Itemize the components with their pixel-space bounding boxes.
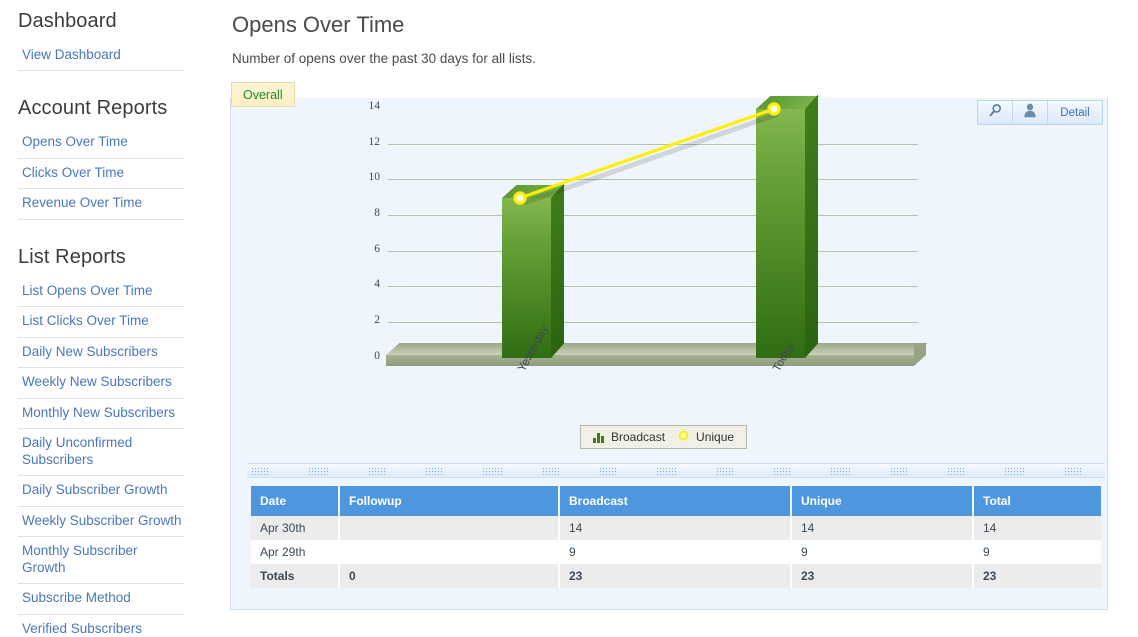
legend-label-unique: Unique [696, 430, 735, 444]
y-tick-2: 2 [374, 314, 380, 326]
panel-grip-strip [247, 463, 1105, 478]
y-tick-4: 4 [374, 278, 380, 290]
column-header-date[interactable]: Date [251, 486, 340, 516]
bar-front-face [756, 109, 805, 358]
cell-unique: 14 [791, 516, 974, 540]
cell-followup [339, 540, 560, 564]
cell-date: Apr 30th [251, 516, 340, 540]
sidebar-heading-dashboard: Dashboard [18, 10, 117, 32]
bar-side-face [551, 183, 564, 358]
cell-total: 23 [973, 564, 1101, 588]
main-content: Opens Over Time Number of opens over the… [230, 0, 1138, 637]
app-root: Dashboard View Dashboard Account Reports… [0, 0, 1138, 637]
column-header-total[interactable]: Total [973, 486, 1101, 516]
sidebar-item-weekly-new-subscribers[interactable]: Weekly New Subscribers [18, 368, 184, 399]
sidebar-item-subscribe-method[interactable]: Subscribe Method [18, 584, 184, 615]
chart-floor-top [386, 343, 928, 355]
page-title: Opens Over Time [232, 12, 405, 37]
cell-unique: 23 [791, 564, 974, 588]
sidebar-item-daily-unconfirmed-subscribers[interactable]: Daily Unconfirmed Subscribers [18, 429, 184, 477]
report-panel: Overall Detail 0 2 4 6 8 10 12 14 Yester… [230, 82, 1108, 610]
cell-broadcast: 23 [559, 564, 792, 588]
sidebar-item-list-opens-over-time[interactable]: List Opens Over Time [18, 277, 184, 308]
sidebar-item-revenue-over-time[interactable]: Revenue Over Time [18, 189, 184, 220]
cell-followup: 0 [339, 564, 560, 588]
chart-floor-right [914, 343, 926, 366]
cell-broadcast: 9 [559, 540, 792, 564]
report-table: Date Followup Broadcast Unique Total Apr… [251, 486, 1101, 588]
sidebar-heading-list-reports: List Reports [18, 245, 126, 268]
y-tick-10: 10 [368, 171, 381, 183]
cell-date: Apr 29th [251, 540, 340, 564]
cell-date: Totals [251, 564, 340, 588]
chart-area: 0 2 4 6 8 10 12 14 Yesterday Today Broad… [233, 94, 1107, 455]
grip-dots [251, 467, 1105, 475]
y-tick-8: 8 [374, 207, 380, 219]
sidebar: Dashboard View Dashboard Account Reports… [0, 0, 200, 637]
y-tick-6: 6 [374, 243, 380, 255]
cell-total: 14 [973, 516, 1101, 540]
sidebar-item-verified-subscribers[interactable]: Verified Subscribers [18, 615, 184, 637]
sidebar-group-dashboard: Dashboard View Dashboard [18, 10, 200, 72]
sidebar-item-list-clicks-over-time[interactable]: List Clicks Over Time [18, 307, 184, 338]
cell-total: 9 [973, 540, 1101, 564]
cell-broadcast: 14 [559, 516, 792, 540]
table-row: Apr 30th 14 14 14 [251, 516, 1101, 540]
page-subtitle: Number of opens over the past 30 days fo… [232, 51, 536, 66]
y-tick-12: 12 [368, 136, 381, 148]
table-row: Apr 29th 9 9 9 [251, 540, 1101, 564]
column-header-broadcast[interactable]: Broadcast [559, 486, 792, 516]
sidebar-item-weekly-subscriber-growth[interactable]: Weekly Subscriber Growth [18, 507, 184, 538]
chart-floor-front [386, 355, 914, 366]
y-tick-0: 0 [374, 350, 380, 362]
table-header-row: Date Followup Broadcast Unique Total [251, 486, 1101, 516]
sidebar-group-list-reports: List Reports List Opens Over Time List C… [18, 246, 200, 637]
plot-region: 0 2 4 6 8 10 12 14 [369, 100, 918, 362]
sidebar-item-daily-new-subscribers[interactable]: Daily New Subscribers [18, 338, 184, 369]
sidebar-item-monthly-subscriber-growth[interactable]: Monthly Subscriber Growth [18, 537, 184, 585]
sidebar-item-view-dashboard[interactable]: View Dashboard [18, 41, 184, 72]
sidebar-item-clicks-over-time[interactable]: Clicks Over Time [18, 159, 184, 190]
bar-today[interactable] [756, 94, 820, 360]
cell-followup [339, 516, 560, 540]
cell-unique: 9 [791, 540, 974, 564]
sidebar-heading-account-reports: Account Reports [18, 97, 168, 120]
column-header-unique[interactable]: Unique [791, 486, 974, 516]
chart-legend: Broadcast Unique [580, 425, 748, 449]
table-row-totals: Totals 0 23 23 23 [251, 564, 1101, 588]
sidebar-item-opens-over-time[interactable]: Opens Over Time [18, 128, 184, 159]
legend-label-broadcast: Broadcast [611, 430, 666, 444]
sidebar-item-daily-subscriber-growth[interactable]: Daily Subscriber Growth [18, 476, 184, 507]
circle-icon [678, 430, 689, 444]
sidebar-group-account-reports: Account Reports Opens Over Time Clicks O… [18, 97, 200, 220]
sidebar-item-monthly-new-subscribers[interactable]: Monthly New Subscribers [18, 399, 184, 430]
column-header-followup[interactable]: Followup [339, 486, 560, 516]
bar-icon [593, 432, 604, 443]
bar-side-face [805, 94, 818, 358]
y-tick-14: 14 [368, 100, 381, 112]
